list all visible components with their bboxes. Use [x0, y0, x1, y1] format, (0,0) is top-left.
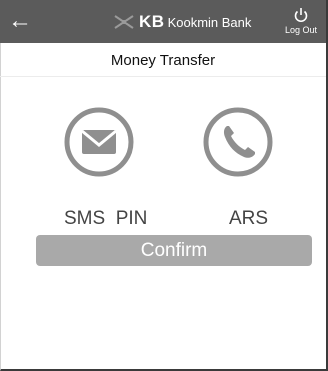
back-button[interactable]: ← — [6, 6, 34, 36]
envelope-icon — [64, 107, 134, 177]
brand-name: Kookmin Bank — [167, 14, 252, 30]
divider — [0, 76, 326, 77]
power-icon — [294, 8, 308, 23]
ars-label[interactable]: ARS — [229, 208, 268, 230]
logout-label: Log Out — [284, 25, 318, 35]
sms-pin-label[interactable]: SMS PIN — [64, 208, 147, 230]
page-title: Money Transfer — [110, 52, 216, 69]
kb-logo-icon — [114, 15, 134, 29]
ars-option[interactable] — [193, 106, 283, 178]
top-bar: ← KB Kookmin Bank Log Out — [0, 0, 326, 43]
confirm-label: Confirm — [140, 240, 208, 261]
back-arrow-icon: ← — [8, 7, 32, 34]
brand: KB Kookmin Bank — [113, 10, 251, 34]
brand-short: KB — [139, 12, 165, 31]
logout-button[interactable]: Log Out — [280, 7, 322, 35]
confirm-button[interactable]: Confirm — [36, 235, 312, 266]
phone-icon — [203, 107, 273, 177]
sms-pin-option[interactable] — [54, 106, 144, 178]
